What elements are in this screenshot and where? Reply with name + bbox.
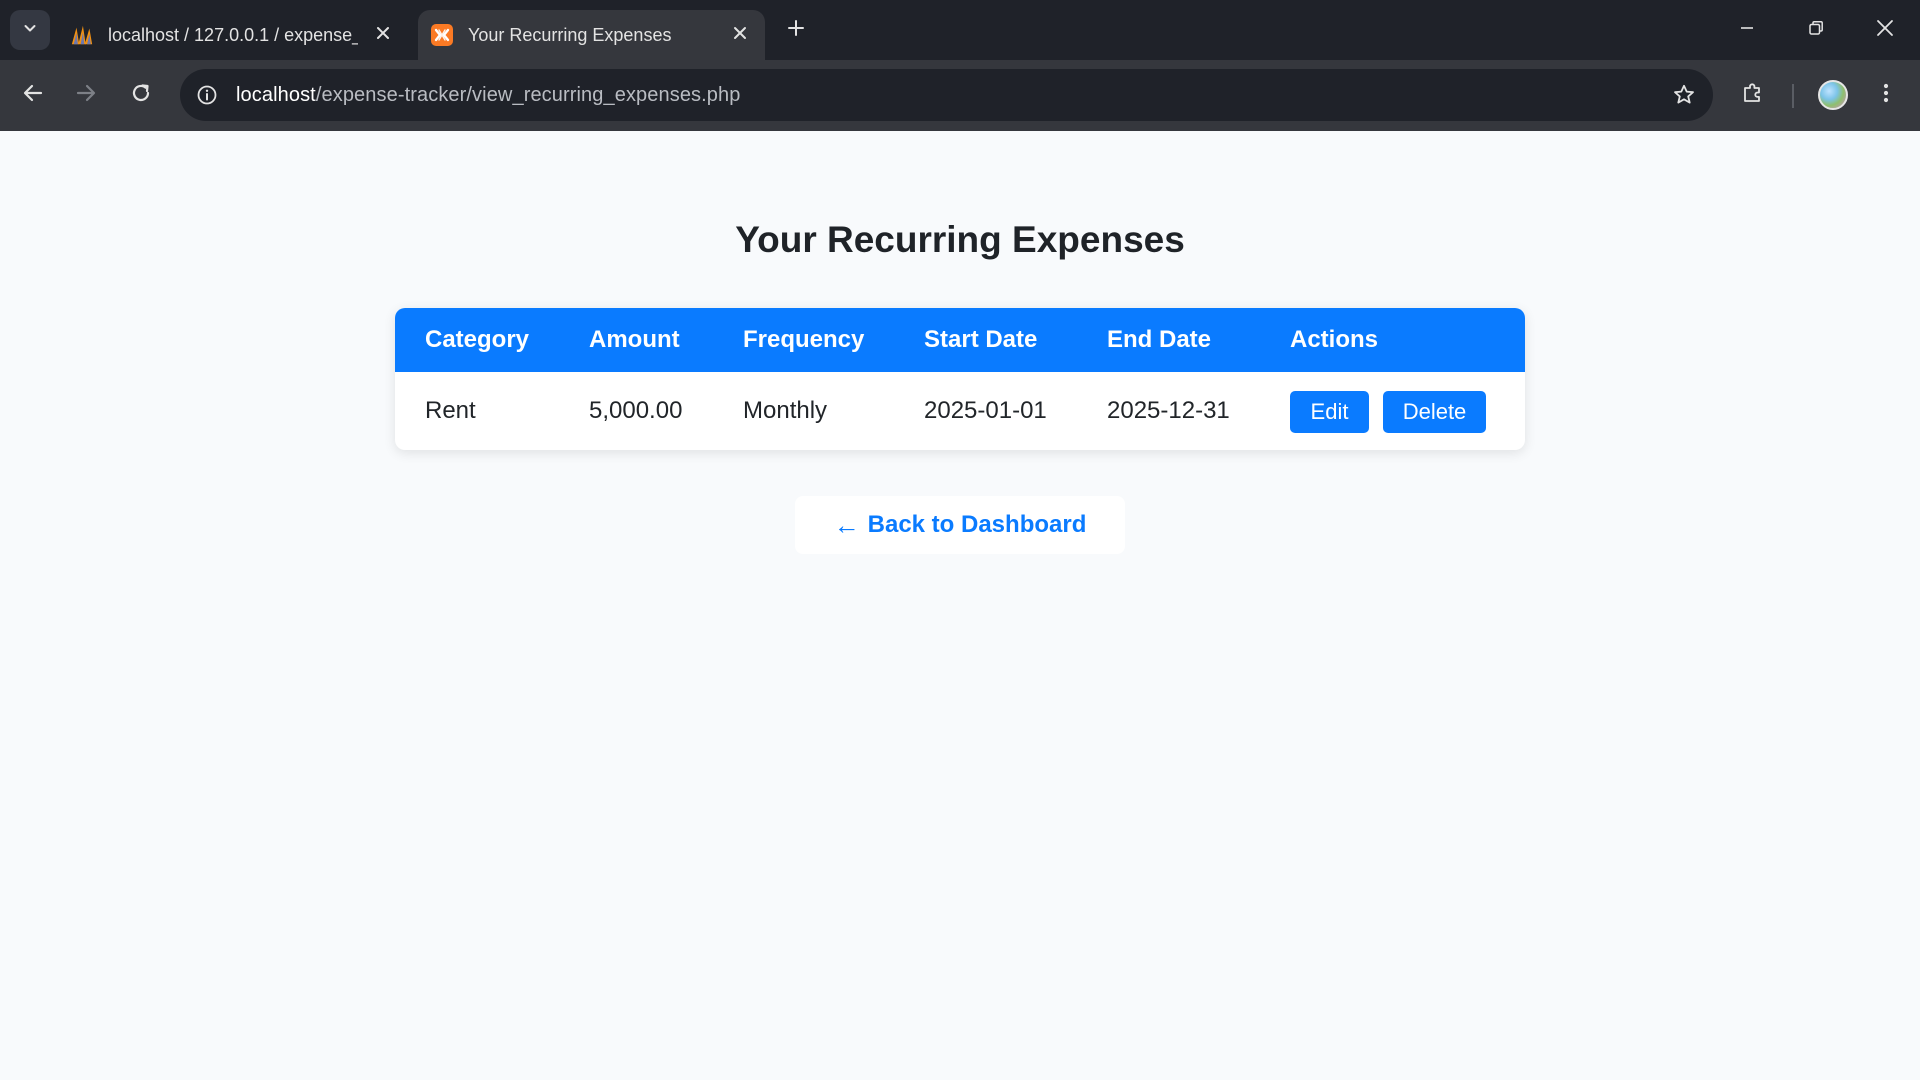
delete-button[interactable]: Delete: [1383, 391, 1486, 433]
restore-button[interactable]: [1796, 10, 1836, 50]
recurring-expenses-table: Category Amount Frequency Start Date End…: [395, 308, 1525, 450]
cell-category: Rent: [425, 397, 476, 424]
address-bar[interactable]: localhost/expense-tracker/view_recurring…: [180, 69, 1713, 121]
arrow-right-icon: [75, 82, 97, 109]
toolbar-divider: [1792, 84, 1794, 108]
minimize-button[interactable]: [1727, 10, 1767, 50]
url-path: /expense-tracker/view_recurring_expenses…: [315, 83, 741, 106]
cell-end-date: 2025-12-31: [1107, 397, 1230, 424]
xampp-icon: [430, 23, 454, 47]
browser-toolbar: localhost/expense-tracker/view_recurring…: [0, 60, 1920, 131]
close-tab-icon[interactable]: [727, 20, 753, 46]
reload-button[interactable]: [121, 75, 161, 115]
header-category: Category: [425, 326, 530, 353]
restore-icon: [1808, 20, 1824, 41]
plus-icon: [787, 19, 805, 42]
tab-title: Your Recurring Expenses: [468, 24, 672, 45]
profile-avatar[interactable]: [1818, 80, 1848, 110]
page-title: Your Recurring Expenses: [735, 219, 1185, 260]
edit-button[interactable]: Edit: [1290, 391, 1369, 433]
chevron-down-icon: [22, 20, 38, 41]
minimize-icon: [1739, 20, 1755, 41]
header-start-date: Start Date: [924, 326, 1038, 353]
more-vertical-icon: [1882, 81, 1890, 110]
back-button[interactable]: [13, 75, 53, 115]
puzzle-icon: [1741, 81, 1765, 110]
arrow-left-icon: [22, 82, 44, 109]
close-window-button[interactable]: [1865, 10, 1905, 50]
header-frequency: Frequency: [743, 326, 865, 353]
phpmyadmin-icon: [70, 23, 94, 47]
cell-amount: 5,000.00: [589, 397, 683, 424]
header-actions: Actions: [1290, 326, 1379, 353]
header-end-date: End Date: [1107, 326, 1212, 353]
extensions-button[interactable]: [1733, 75, 1773, 115]
site-info-icon[interactable]: [184, 72, 230, 118]
tab-strip: localhost / 127.0.0.1 / expense_ Your Re…: [0, 0, 1920, 60]
forward-button[interactable]: [66, 75, 106, 115]
tab-phpmyadmin[interactable]: localhost / 127.0.0.1 / expense_: [56, 10, 408, 60]
tab-title: localhost / 127.0.0.1 / expense_: [108, 24, 358, 45]
back-to-dashboard-link[interactable]: ← Back to Dashboard: [795, 496, 1125, 554]
reload-icon: [130, 82, 152, 109]
tab-search-button[interactable]: [10, 10, 50, 50]
bookmark-star-icon[interactable]: [1669, 80, 1699, 110]
header-amount: Amount: [589, 326, 680, 353]
page-content: Your Recurring Expenses Category Amount …: [0, 131, 1920, 1080]
close-icon: [1876, 19, 1894, 42]
arrow-left-icon: ←: [833, 509, 860, 540]
back-link-label: Back to Dashboard: [867, 511, 1087, 538]
close-tab-icon[interactable]: [370, 20, 396, 46]
table-header: Category Amount Frequency Start Date End…: [395, 308, 1525, 372]
cell-start-date: 2025-01-01: [924, 397, 1047, 424]
cell-frequency: Monthly: [743, 397, 828, 424]
url-text: localhost/expense-tracker/view_recurring…: [236, 84, 740, 107]
new-tab-button[interactable]: [778, 12, 814, 48]
tab-recurring-expenses[interactable]: Your Recurring Expenses: [418, 10, 765, 60]
url-host: localhost: [236, 83, 316, 106]
browser-menu-button[interactable]: [1866, 75, 1906, 115]
